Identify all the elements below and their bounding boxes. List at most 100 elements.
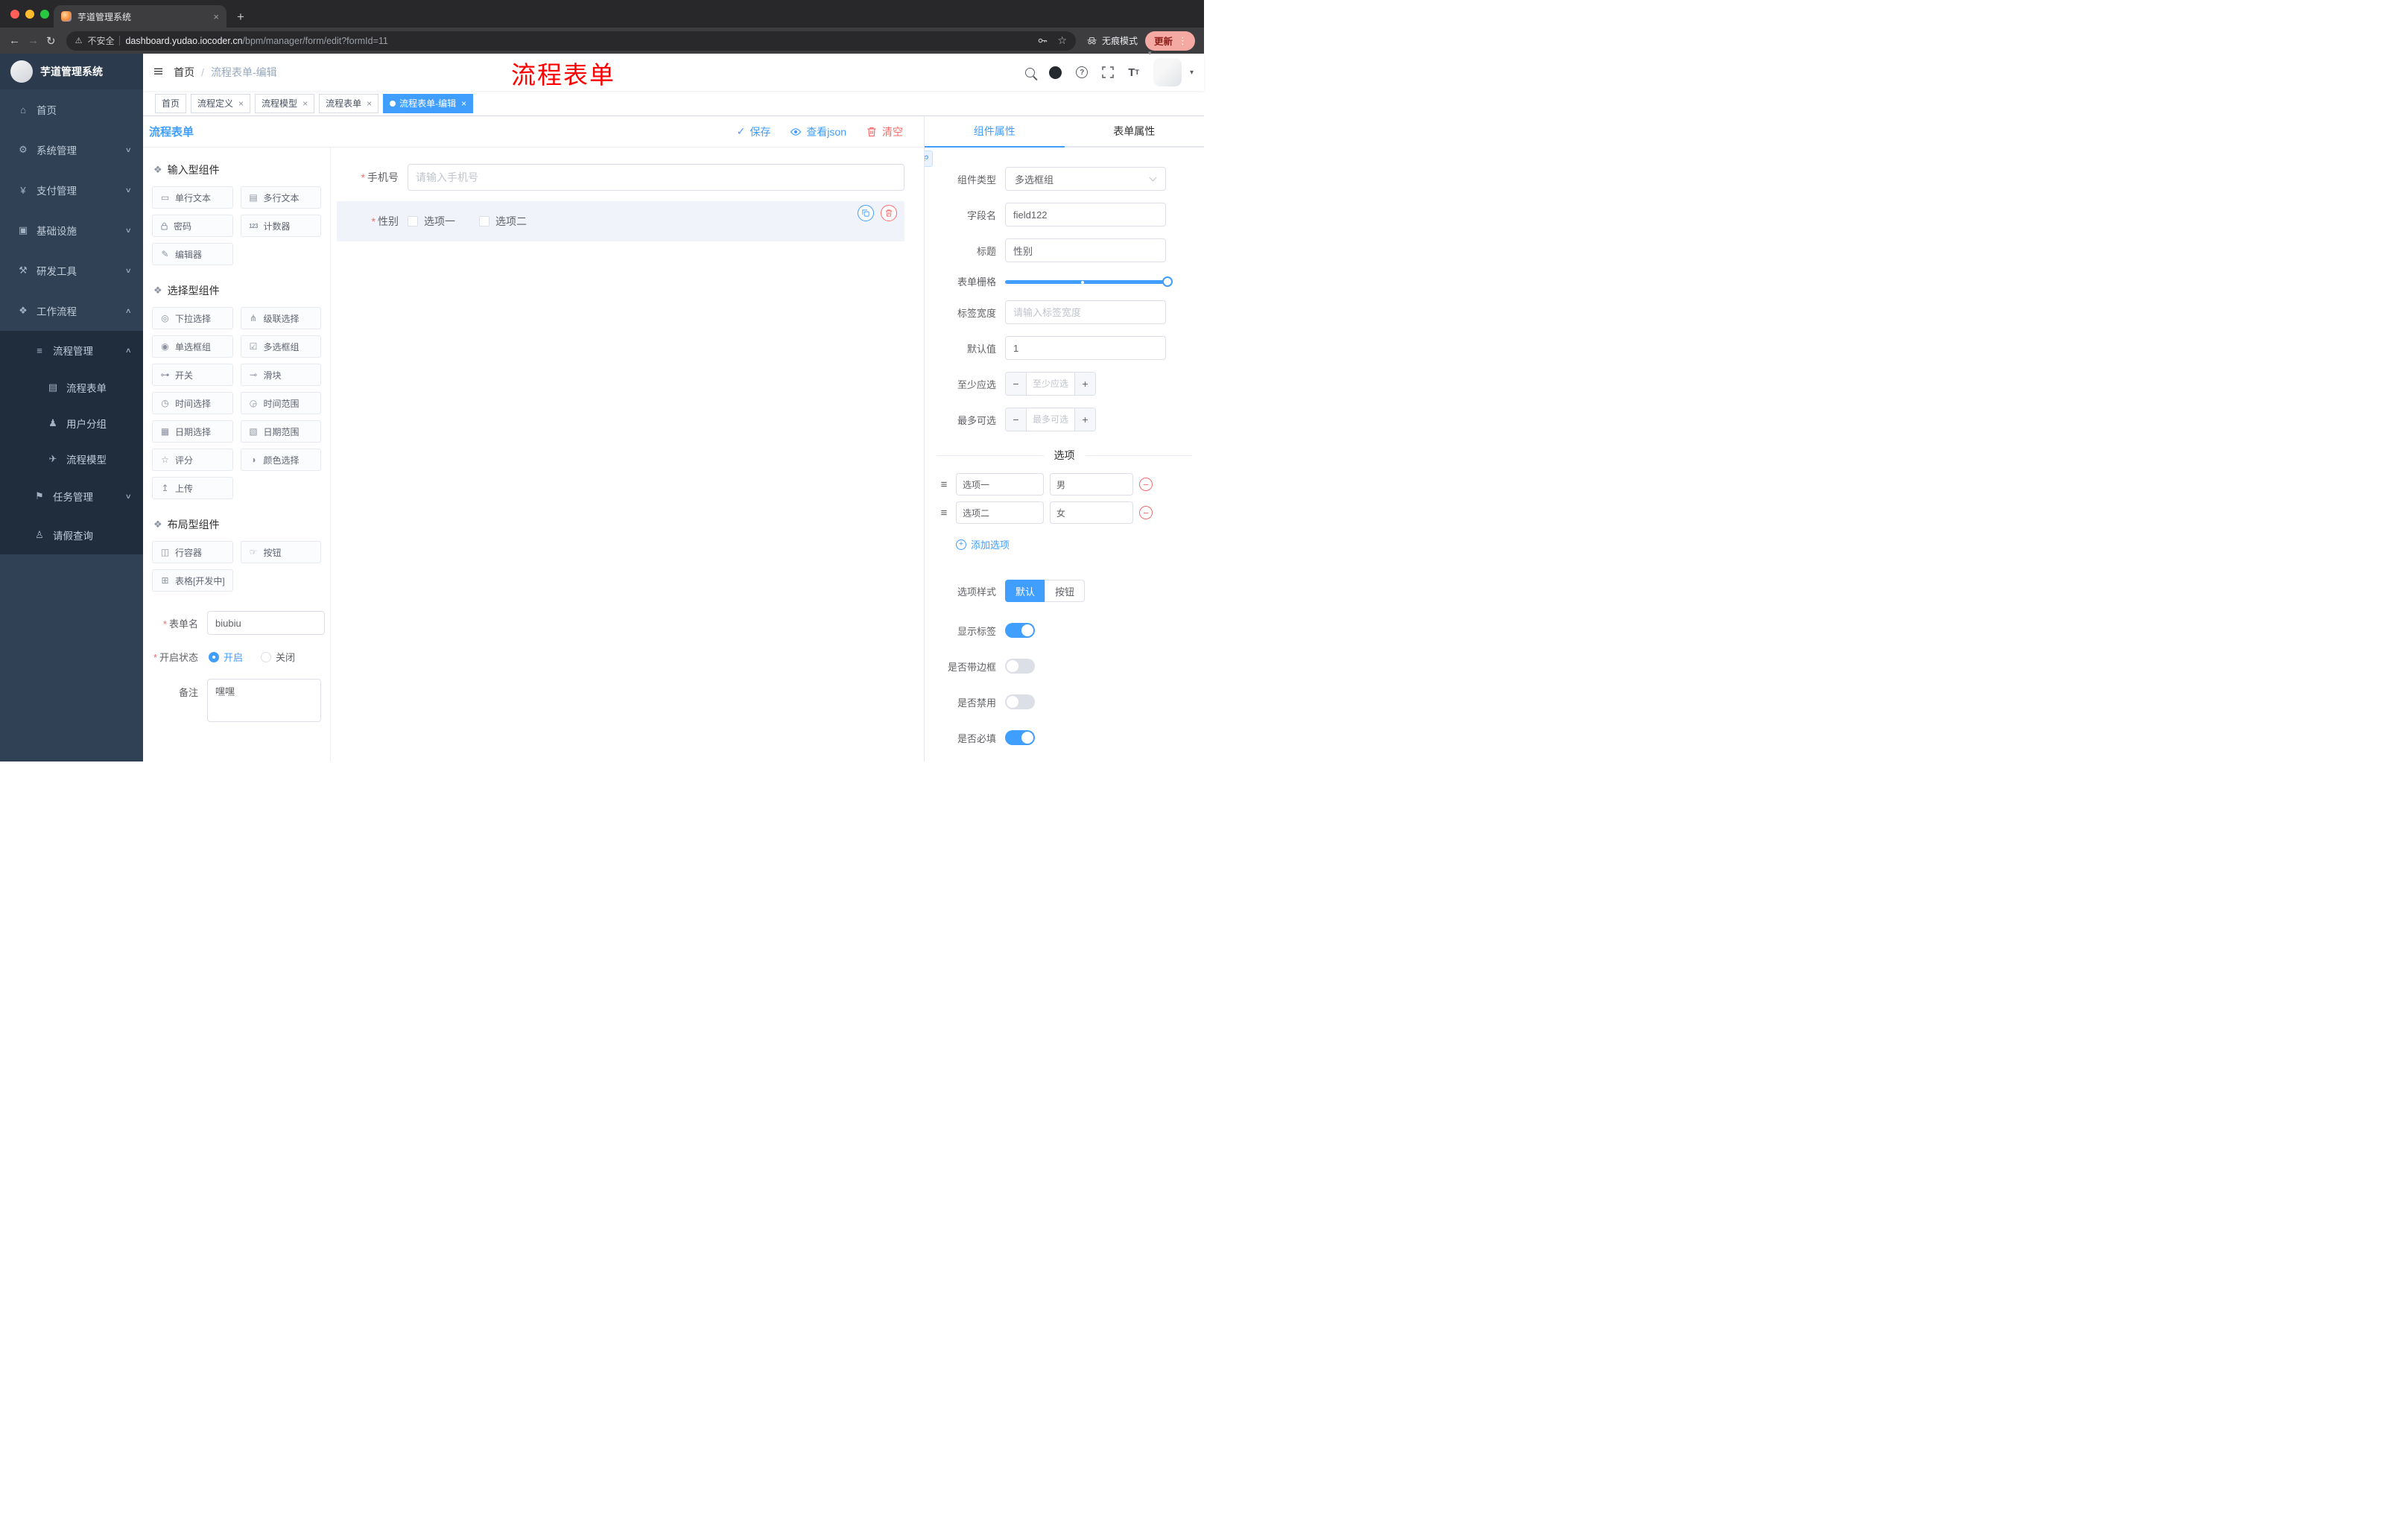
caret-down-icon[interactable]: ▾ [1190, 69, 1194, 77]
tab-form-props[interactable]: 表单属性 [1065, 116, 1205, 146]
sidebar-item-task-mgmt[interactable]: ⚑ 任务管理 ∨ [0, 477, 143, 516]
min-select-input[interactable] [1027, 373, 1074, 395]
tab-close-icon[interactable]: × [213, 11, 219, 22]
sidebar-item-home[interactable]: ⌂ 首页 [0, 89, 143, 130]
drag-handle-icon[interactable]: ≡ [938, 478, 950, 491]
title-input[interactable] [1005, 238, 1166, 262]
remark-textarea[interactable]: 嘿嘿 [207, 679, 321, 722]
back-button[interactable]: ← [9, 34, 20, 47]
palette-item-radio-group[interactable]: ◉ 单选框组 [152, 335, 233, 358]
tag-process-form[interactable]: 流程表单 × [319, 93, 379, 113]
tag-process-definition[interactable]: 流程定义 × [191, 93, 251, 113]
palette-item-time-picker[interactable]: ◷ 时间选择 [152, 392, 233, 414]
avatar[interactable] [1153, 58, 1182, 86]
sidebar-item-workflow[interactable]: ❖ 工作流程 ∧ [0, 291, 143, 331]
form-canvas[interactable]: *手机号 *性别 选项一 选项二 [331, 148, 924, 762]
required-switch[interactable] [1005, 730, 1035, 745]
sidebar-item-payment-mgmt[interactable]: ¥ 支付管理 ∨ [0, 170, 143, 210]
address-bar[interactable]: ⚠ 不安全 dashboard.yudao.iocoder.cn/bpm/man… [66, 31, 1076, 51]
gender-option-1-checkbox[interactable]: 选项一 [408, 214, 455, 229]
close-icon[interactable]: × [367, 98, 372, 109]
palette-item-single-line-text[interactable]: ▭ 单行文本 [152, 186, 233, 209]
tag-process-form-edit[interactable]: 流程表单-编辑 × [383, 93, 474, 113]
palette-item-time-range[interactable]: ◶ 时间范围 [240, 392, 321, 414]
sidebar-item-system-mgmt[interactable]: ⚙ 系统管理 ∨ [0, 130, 143, 170]
palette-item-switch[interactable]: ⊶ 开关 [152, 364, 233, 386]
sidebar-item-process-form[interactable]: ▤ 流程表单 [0, 370, 143, 405]
style-button-button[interactable]: 按钮 [1045, 580, 1086, 602]
save-button[interactable]: ✓ 保存 [737, 124, 771, 139]
label-width-input[interactable] [1005, 300, 1166, 324]
new-tab-button[interactable]: + [237, 10, 244, 23]
help-icon[interactable]: ? [1076, 66, 1089, 78]
copy-widget-button[interactable] [858, 205, 874, 221]
sidebar-item-dev-tools[interactable]: ⚒ 研发工具 ∨ [0, 250, 143, 291]
palette-item-button[interactable]: ☞ 按钮 [240, 541, 321, 563]
remove-option-button[interactable]: − [1139, 506, 1153, 519]
option-label-input[interactable] [956, 501, 1044, 524]
slider-handle[interactable] [1162, 276, 1173, 287]
status-off-radio[interactable]: 关闭 [261, 650, 295, 664]
palette-item-dropdown-select[interactable]: ◎ 下拉选择 [152, 307, 233, 329]
border-switch[interactable] [1005, 659, 1035, 674]
palette-item-counter[interactable]: 123 计数器 [240, 215, 321, 237]
minus-button[interactable]: − [1006, 373, 1027, 395]
palette-item-color-picker[interactable]: ◑ 颜色选择 [240, 449, 321, 471]
sidebar-item-process-mgmt[interactable]: ≡ 流程管理 ∧ [0, 331, 143, 370]
max-select-input[interactable] [1027, 408, 1074, 431]
window-minimize-button[interactable] [25, 10, 34, 19]
show-label-switch[interactable] [1005, 623, 1035, 638]
style-default-button[interactable]: 默认 [1005, 580, 1045, 602]
sidebar-item-leave-query[interactable]: ♙ 请假查询 [0, 516, 143, 554]
breadcrumb-home[interactable]: 首页 [174, 65, 194, 80]
tab-component-props[interactable]: 组件属性 [925, 116, 1065, 148]
palette-item-multi-line-text[interactable]: ▤ 多行文本 [240, 186, 321, 209]
option-value-input[interactable] [1050, 501, 1133, 524]
bookmark-star-icon[interactable]: ☆ [1057, 34, 1067, 47]
browser-tab[interactable]: 芋道管理系统 × [54, 5, 226, 28]
menu-dots-icon[interactable]: ⋮ [1178, 35, 1188, 47]
fullscreen-icon[interactable] [1102, 66, 1114, 78]
palette-item-row-container[interactable]: ◫ 行容器 [152, 541, 233, 563]
option-value-input[interactable] [1050, 473, 1133, 495]
palette-item-checkbox-group[interactable]: ☑ 多选框组 [240, 335, 321, 358]
palette-item-cascade-select[interactable]: ⋔ 级联选择 [240, 307, 321, 329]
component-type-select[interactable]: 多选框组 [1005, 167, 1166, 191]
drag-handle-icon[interactable]: ≡ [938, 507, 950, 519]
widget-phone[interactable]: * 手机号 [337, 164, 904, 191]
add-option-button[interactable]: + 添加选项 [956, 537, 1010, 551]
form-name-input[interactable] [207, 611, 325, 635]
view-json-button[interactable]: 查看json [790, 124, 846, 139]
link-icon[interactable] [925, 151, 933, 167]
gender-option-2-checkbox[interactable]: 选项二 [479, 214, 527, 229]
widget-gender-selected[interactable]: * 性别 选项一 选项二 [337, 201, 904, 241]
palette-item-rating[interactable]: ☆ 评分 [152, 449, 233, 471]
phone-input[interactable] [408, 164, 904, 191]
minus-button[interactable]: − [1006, 408, 1027, 431]
default-value-input[interactable] [1005, 336, 1166, 360]
hamburger-icon[interactable]: ≡ [140, 64, 177, 80]
app-logo[interactable]: 芋道管理系统 [0, 54, 143, 89]
window-close-button[interactable] [10, 10, 19, 19]
field-name-input[interactable] [1005, 203, 1166, 227]
disabled-switch[interactable] [1005, 694, 1035, 709]
palette-item-slider[interactable]: ⊸ 滑块 [240, 364, 321, 386]
search-icon[interactable] [1025, 67, 1036, 77]
form-grid-slider[interactable] [1005, 276, 1173, 287]
palette-item-upload[interactable]: ↥ 上传 [152, 477, 233, 499]
sidebar-item-user-group[interactable]: ♟ 用户分组 [0, 405, 143, 441]
forward-button[interactable]: → [28, 34, 39, 47]
palette-item-table[interactable]: ⊞ 表格[开发中] [152, 569, 233, 592]
sidebar-item-infrastructure[interactable]: ▣ 基础设施 ∨ [0, 210, 143, 250]
status-on-radio[interactable]: 开启 [209, 650, 243, 664]
palette-item-date-picker[interactable]: ▦ 日期选择 [152, 420, 233, 443]
font-size-icon[interactable]: TT [1128, 66, 1139, 79]
delete-widget-button[interactable] [881, 205, 897, 221]
remove-option-button[interactable]: − [1139, 478, 1153, 491]
palette-item-editor[interactable]: ✎ 编辑器 [152, 243, 233, 265]
plus-button[interactable]: + [1074, 408, 1095, 431]
option-label-input[interactable] [956, 473, 1044, 495]
window-zoom-button[interactable] [40, 10, 49, 19]
tag-home[interactable]: 首页 [155, 93, 187, 113]
sidebar-item-process-model[interactable]: ✈ 流程模型 [0, 441, 143, 477]
